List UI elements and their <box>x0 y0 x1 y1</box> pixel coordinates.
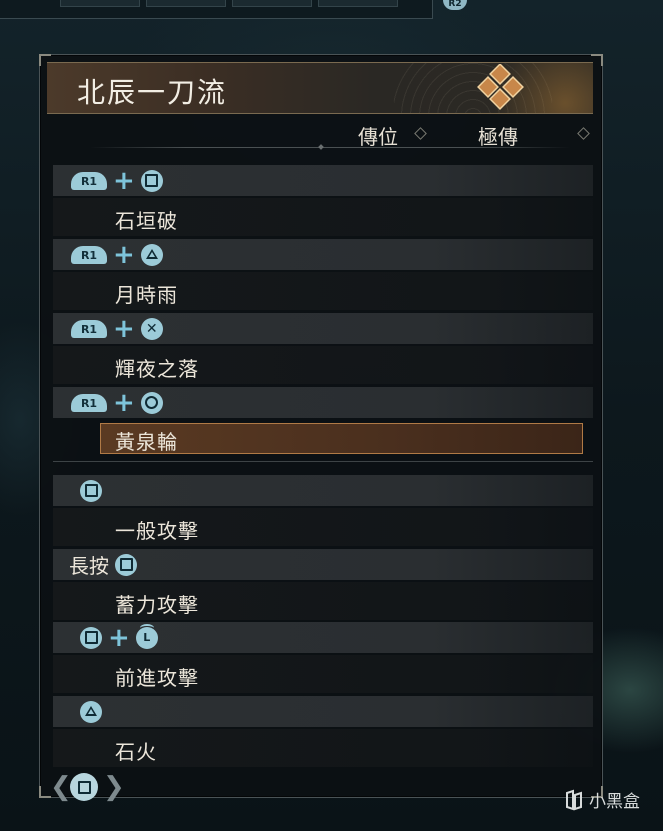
square-button-icon <box>80 626 102 649</box>
square-button-icon <box>115 553 137 576</box>
section-divider <box>53 461 593 462</box>
skill-row[interactable]: 前進攻擊 <box>53 655 593 693</box>
style-emblem-icon <box>477 64 524 110</box>
top-bar <box>0 0 433 19</box>
skill-name: 黃泉輪 <box>115 430 178 454</box>
r1-button-icon: R1 <box>71 319 107 338</box>
plus-icon: + <box>113 165 135 196</box>
basic-input-row: 長按 <box>53 549 593 580</box>
skill-row[interactable]: 石垣破 <box>53 198 593 236</box>
watermark-logo-icon <box>566 789 582 810</box>
skill-name: 蓄力攻擊 <box>115 593 199 617</box>
cross-button-icon: ✕ <box>140 317 163 340</box>
triangle-button-icon <box>140 243 163 266</box>
skill-name: 石火 <box>115 740 157 764</box>
skill-name: 月時雨 <box>115 283 178 307</box>
square-button-icon[interactable] <box>70 773 98 801</box>
divider-dot <box>318 144 324 150</box>
skill-row[interactable]: 蓄力攻擊 <box>53 582 593 620</box>
top-tab[interactable] <box>232 0 312 7</box>
skill-row[interactable]: 輝夜之落 <box>53 346 593 384</box>
basic-input-row <box>53 696 593 727</box>
next-arrow-icon[interactable]: ❯ <box>103 772 125 802</box>
plus-icon: + <box>108 622 130 653</box>
skill-row[interactable]: 一般攻擊 <box>53 508 593 546</box>
skill-row[interactable]: 石火 <box>53 729 593 767</box>
skill-name: 石垣破 <box>115 209 178 233</box>
skill-name: 一般攻擊 <box>115 519 199 543</box>
watermark: 小黑盒 <box>563 787 640 812</box>
square-button-icon <box>80 479 102 502</box>
top-tab[interactable] <box>318 0 398 7</box>
diamond-icon <box>577 127 590 140</box>
combo-input-row: R1 + ✕ <box>53 313 593 344</box>
left-stick-icon: L <box>135 623 158 649</box>
triangle-button-icon <box>80 700 102 723</box>
prev-arrow-icon[interactable]: ❮ <box>50 772 72 802</box>
column-label-denui: 傳位 <box>358 125 398 149</box>
square-button-icon <box>140 169 163 192</box>
plus-icon: + <box>113 239 135 270</box>
divider <box>90 147 570 148</box>
basic-input-row <box>53 475 593 506</box>
basic-input-row: + L <box>53 622 593 653</box>
r1-button-icon: R1 <box>71 171 107 190</box>
circle-button-icon <box>140 391 163 414</box>
top-tab[interactable] <box>146 0 226 7</box>
watermark-text: 小黑盒 <box>589 792 640 812</box>
top-tab[interactable] <box>60 0 140 7</box>
column-header: 傳位 極傳 <box>90 117 590 153</box>
plus-icon: + <box>113 387 135 418</box>
skill-row-selected[interactable]: 黃泉輪 <box>100 423 583 454</box>
combo-input-row: R1 + <box>53 239 593 270</box>
column-label-gokuden: 極傳 <box>478 125 518 149</box>
skill-name: 前進攻擊 <box>115 666 199 690</box>
r1-button-icon: R1 <box>71 245 107 264</box>
r1-button-icon: R1 <box>71 393 107 412</box>
style-title: 北辰一刀流 <box>77 76 228 109</box>
diamond-icon <box>414 127 427 140</box>
combo-input-row: R1 + <box>53 387 593 418</box>
skill-row[interactable]: 月時雨 <box>53 272 593 310</box>
skill-name: 輝夜之落 <box>115 357 199 381</box>
plus-icon: + <box>113 313 135 344</box>
hold-label: 長按 <box>69 554 109 578</box>
combo-input-row: R1 + <box>53 165 593 196</box>
